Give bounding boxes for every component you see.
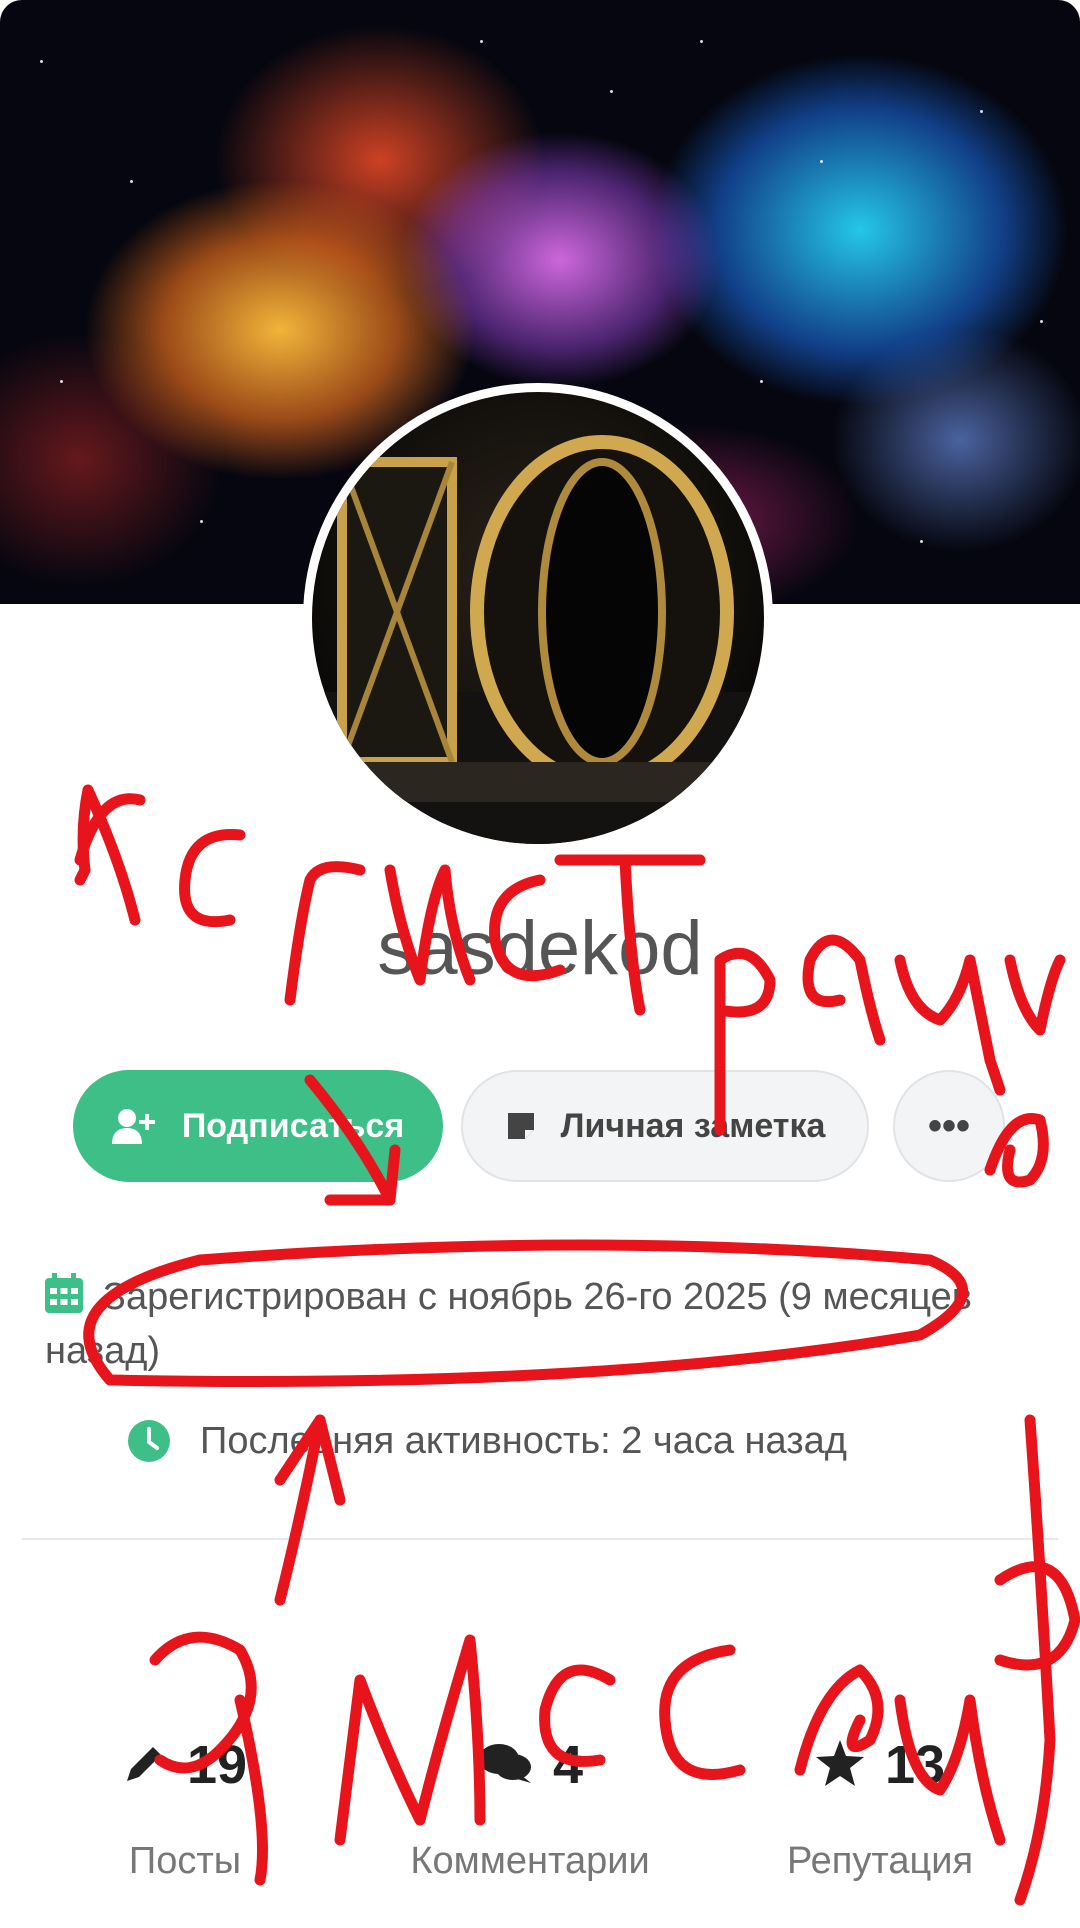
comments-icon (477, 1741, 533, 1790)
stat-reputation-label: Репутация (786, 1840, 974, 1882)
last-activity-info: Последняя активность: 2 часа назад (128, 1416, 847, 1466)
more-icon: ••• (927, 1103, 970, 1148)
stat-posts-label: Посты (128, 1840, 242, 1882)
note-icon (505, 1110, 537, 1142)
stat-comments-label: Комментарии (410, 1840, 650, 1882)
registration-info: Зарегистрирован с ноябрь 26-го 2025 (9 м… (45, 1272, 1025, 1376)
avatar-image (312, 392, 764, 844)
more-options-button[interactable]: ••• (893, 1070, 1005, 1182)
stat-reputation-value: 13 (884, 1735, 946, 1795)
calendar-icon (45, 1273, 83, 1326)
follow-button[interactable]: Подписаться (73, 1070, 443, 1182)
follow-button-label: Подписаться (181, 1106, 405, 1145)
stat-comments[interactable]: 4 Комментарии (380, 1730, 680, 1883)
avatar[interactable] (303, 383, 773, 853)
registration-text: Зарегистрирован с ноябрь 26-го 2025 (9 м… (45, 1276, 972, 1372)
star-icon (815, 1739, 865, 1792)
stat-comments-value: 4 (552, 1735, 584, 1795)
personal-note-button[interactable]: Личная заметка (461, 1070, 869, 1182)
stat-posts[interactable]: 19 Посты (90, 1730, 280, 1883)
stat-reputation[interactable]: 13 Репутация (770, 1730, 990, 1883)
pencil-icon (123, 1741, 167, 1790)
display-name: sasdekod (377, 906, 703, 991)
divider (22, 1538, 1058, 1540)
stat-posts-value: 19 (186, 1735, 248, 1795)
personal-note-button-label: Личная заметка (560, 1106, 826, 1145)
user-plus-icon (111, 1108, 158, 1144)
last-activity-text: Последняя активность: 2 часа назад (200, 1420, 847, 1462)
clock-icon (128, 1420, 170, 1462)
